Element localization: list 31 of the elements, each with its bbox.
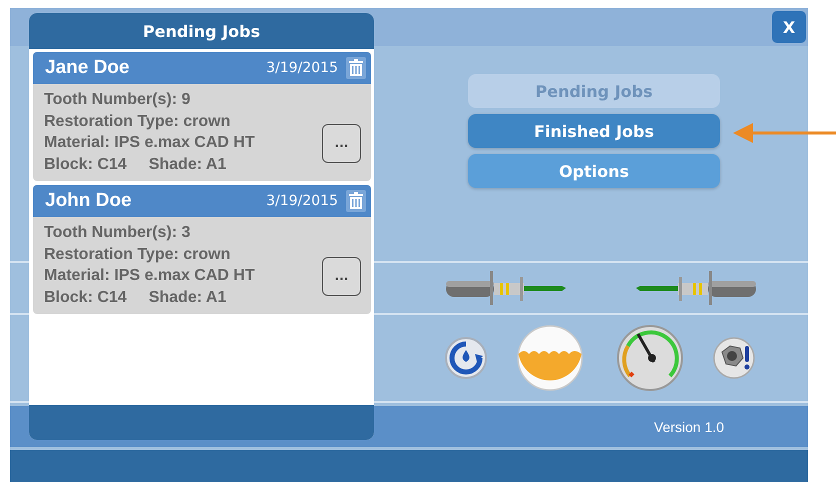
syringe-icon[interactable] xyxy=(634,268,758,308)
version-label: Version 1.0 xyxy=(654,418,724,434)
trash-icon[interactable] xyxy=(346,190,366,212)
shade-label: Shade: A1 xyxy=(148,288,226,306)
arrow-icon xyxy=(733,123,836,143)
more-button[interactable]: ... xyxy=(322,124,361,162)
material: Material: IPS e.max CAD HT xyxy=(44,266,256,286)
menu-button[interactable]: Finished Jobs xyxy=(468,114,720,148)
water-refresh-icon[interactable] xyxy=(444,336,488,380)
material: Material: IPS e.max CAD HT xyxy=(44,133,256,153)
job-date: 3/19/2015 xyxy=(266,60,338,76)
restoration-type: Restoration Type: crown xyxy=(44,244,232,264)
job-card[interactable]: John Doe 3/19/2015 Tooth Number(s): 3 Restoration Type: crown Material: IPS e.max CAD HT Block: C14 Shade: A1 ... xyxy=(33,185,371,314)
nut-alert-icon[interactable] xyxy=(712,336,756,380)
block-label: Block: C14 xyxy=(44,288,127,306)
syringe-icon[interactable] xyxy=(444,268,568,308)
close-button[interactable]: X xyxy=(772,11,806,43)
job-date: 3/19/2015 xyxy=(266,193,338,209)
patient-name: John Doe xyxy=(45,190,133,212)
trash-icon[interactable] xyxy=(346,57,366,79)
restoration-type: Restoration Type: crown xyxy=(44,112,232,132)
patient-name: Jane Doe xyxy=(45,57,130,79)
gauge-icon[interactable] xyxy=(616,324,684,392)
fill-level-icon[interactable] xyxy=(516,324,584,392)
job-card[interactable]: Jane Doe 3/19/2015 Tooth Number(s): 9 Restoration Type: crown Material: IPS e.max CAD HT Block: C14 Shade: A1 ... xyxy=(33,52,371,181)
panel-title: Pending Jobs xyxy=(29,13,374,49)
more-button[interactable]: ... xyxy=(322,256,361,296)
tooth-number: Tooth Number(s): 9 xyxy=(44,90,192,110)
block-label: Block: C14 xyxy=(44,156,127,172)
shade-label: Shade: A1 xyxy=(148,156,226,172)
tooth-number: Tooth Number(s): 3 xyxy=(44,223,192,243)
